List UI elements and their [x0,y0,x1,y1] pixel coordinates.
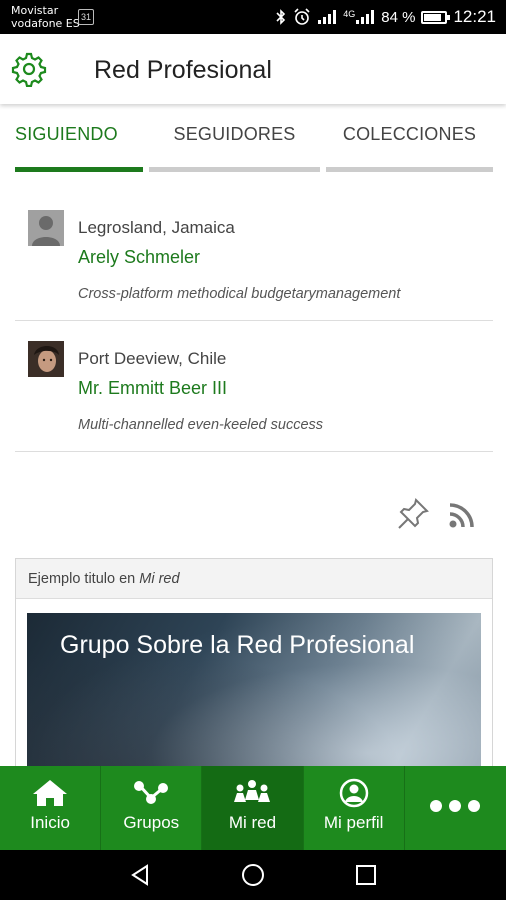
more-icon [430,800,481,812]
bottom-navigation: Inicio Grupos Mi red Mi perfil [0,766,506,850]
avatar [28,341,64,377]
person-name-link[interactable]: Arely Schmeler [78,247,200,268]
network-type-label: 4G [343,8,356,19]
photo-avatar-icon [28,341,64,377]
home-icon [33,780,68,806]
default-avatar-icon [28,210,64,246]
person-location: Port Deeview, Chile [78,349,227,368]
tab-bar: SIGUIENDO SEGUIDORES COLECCIONES [0,110,506,174]
groups-icon [134,781,169,804]
carrier-primary: Movistar [11,4,59,17]
tab-label: SIGUIENDO [15,124,118,144]
nav-label: Mi perfil [323,813,384,832]
carrier-secondary: vodafone ES [11,17,80,30]
recents-icon[interactable] [354,863,378,887]
signal-icon [318,10,337,24]
carrier-info: Movistar vodafone ES [11,4,80,30]
rss-icon[interactable] [448,501,476,529]
nav-grupos[interactable]: Grupos [101,766,203,850]
network-icon [234,780,271,802]
nav-mi-red[interactable]: Mi red [202,766,304,850]
signal-icon-2 [356,10,375,24]
card-image-title: Grupo Sobre la Red Profesional [60,631,415,659]
tab-indicator [326,167,493,172]
tab-seguidores[interactable]: SEGUIDORES [149,110,320,174]
tab-indicator [149,167,320,172]
nav-mi-perfil[interactable]: Mi perfil [304,766,405,850]
nav-label: Grupos [123,813,180,832]
person-description: Cross-platform methodical budgetarymanag… [78,286,401,302]
nav-more[interactable] [405,766,506,850]
screen: Movistar vodafone ES 31 4G 84 % 12:21 Re… [0,0,506,900]
card-header-emphasis: Mi red [139,571,180,587]
battery-percent: 84 % [381,8,416,26]
home-circle-icon[interactable] [241,863,265,887]
card-header-text: Ejemplo titulo en [28,571,140,587]
battery-icon [421,10,451,24]
person-location: Legrosland, Jamaica [78,218,235,237]
nav-label: Inicio [30,813,70,832]
status-icons: 4G 84 % 12:21 [275,0,496,34]
profile-icon [339,778,368,808]
status-bar: Movistar vodafone ES 31 4G 84 % 12:21 [0,0,506,34]
system-navigation-bar [0,850,506,900]
sim-badge: 31 [78,9,94,25]
back-icon[interactable] [128,863,152,887]
bluetooth-icon [276,9,286,25]
tab-colecciones[interactable]: COLECCIONES [326,110,493,174]
tab-label: COLECCIONES [342,124,477,144]
card-header: Ejemplo titulo en Mi red [16,559,492,599]
person-description: Multi-channelled even-keeled success [78,417,324,433]
people-list: Legrosland, Jamaica Arely Schmeler Cross… [15,190,493,452]
nav-label: Mi red [228,813,277,832]
tab-label: SEGUIDORES [173,124,296,144]
avatar [28,210,64,246]
alarm-icon [294,8,310,25]
page-title: Red Profesional [94,56,272,84]
gear-icon[interactable] [11,51,47,87]
tab-siguiendo[interactable]: SIGUIENDO [15,110,143,174]
list-item[interactable]: Legrosland, Jamaica Arely Schmeler Cross… [15,190,493,321]
nav-inicio[interactable]: Inicio [0,766,102,850]
clock: 12:21 [453,7,496,26]
tab-indicator [15,167,143,172]
app-bar: Red Profesional [0,34,506,104]
person-name-link[interactable]: Mr. Emmitt Beer III [78,378,227,399]
pin-icon[interactable] [395,496,431,532]
list-item[interactable]: Port Deeview, Chile Mr. Emmitt Beer III … [15,321,493,452]
